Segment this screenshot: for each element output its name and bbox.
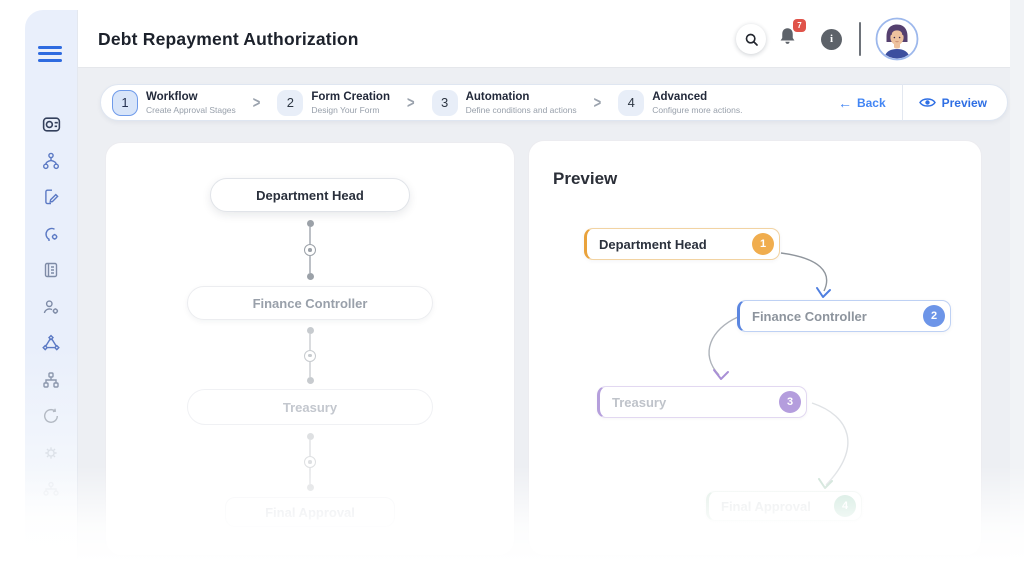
arrowhead-purple <box>713 369 729 380</box>
dashboard-icon <box>42 117 60 132</box>
step-3-number: 3 <box>431 89 458 116</box>
page-title: Debt Repayment Authorization <box>98 29 359 49</box>
search-icon <box>745 33 758 46</box>
notification-badge: 7 <box>793 19 806 32</box>
step-3-label: Automation <box>465 90 530 103</box>
preview-stage-badge: 3 <box>779 391 801 413</box>
stage-connector <box>304 320 316 389</box>
sidebar-item-reports[interactable] <box>25 252 77 289</box>
workflow-stepper: 1 Workflow Create Approval Stages > 2 Fo… <box>100 84 1008 121</box>
preview-stage-finance-controller: Finance Controller 2 <box>737 300 951 332</box>
preview-stage-badge: 4 <box>834 495 856 517</box>
header: Debt Repayment Authorization 7 i <box>78 10 1010 68</box>
preview-stage-label: Department Head <box>599 236 707 252</box>
sidebar-item-user-settings[interactable] <box>25 289 77 326</box>
step-2-description: Design Your Form <box>311 104 380 115</box>
preview-stage-label: Finance Controller <box>752 308 867 324</box>
step-form-creation[interactable]: 2 Form Creation Design Your Form <box>277 89 390 116</box>
history-icon <box>44 408 58 424</box>
chevron-right-icon: > <box>406 93 415 112</box>
step-1-label: Workflow <box>146 90 198 103</box>
step-4-label: Advanced <box>652 90 708 103</box>
step-workflow[interactable]: 1 Workflow Create Approval Stages <box>112 89 236 116</box>
preview-stage-label: Final Approval <box>721 498 811 514</box>
user-settings-icon <box>43 300 59 314</box>
preview-label: Preview <box>941 95 987 110</box>
preview-stage-label: Treasury <box>612 394 667 410</box>
info-button[interactable]: i <box>821 10 842 68</box>
chevron-right-icon: > <box>593 93 602 112</box>
automation-icon <box>45 227 58 241</box>
preview-stage-badge: 2 <box>923 305 945 327</box>
stage-connector <box>304 212 316 286</box>
stage-node-department-head[interactable]: Department Head <box>210 178 410 212</box>
sidebar-item-dashboard[interactable] <box>25 106 77 143</box>
back-label: Back <box>856 95 886 110</box>
menu-toggle-button[interactable] <box>38 42 62 65</box>
step-1-number: 1 <box>112 89 138 116</box>
eye-icon <box>918 98 936 107</box>
sidebar-item-forms[interactable] <box>25 179 77 216</box>
step-4-description: Configure more actions. <box>652 104 743 115</box>
sidebar <box>25 10 78 576</box>
stage-node-treasury[interactable]: Treasury <box>187 389 433 425</box>
chevron-right-icon: > <box>252 93 261 112</box>
preview-panel-title: Preview <box>553 169 618 188</box>
sidebar-item-history[interactable] <box>25 398 77 435</box>
org-chart-icon <box>43 372 59 388</box>
sidebar-item-network[interactable] <box>25 325 77 362</box>
stage-node-final-approval[interactable]: Final Approval <box>225 497 395 527</box>
step-advanced[interactable]: 4 Advanced Configure more actions. <box>618 89 743 116</box>
preview-stage-final-approval: Final Approval 4 <box>706 491 862 521</box>
form-edit-icon <box>45 189 59 205</box>
connector-add-node[interactable] <box>304 349 316 362</box>
user-avatar[interactable] <box>875 10 919 68</box>
back-button[interactable]: ← Back <box>838 95 886 111</box>
notifications-button[interactable]: 7 <box>777 10 806 68</box>
stage-node-finance-controller[interactable]: Finance Controller <box>187 286 433 320</box>
preview-panel: Preview Department Head 1 Finance Contro… <box>528 140 982 556</box>
arrowhead-green <box>818 478 833 489</box>
sidebar-item-approval-stages[interactable] <box>25 143 77 180</box>
sidebar-item-settings[interactable] <box>25 435 77 472</box>
preview-button[interactable]: Preview <box>903 84 1007 121</box>
sidebar-item-org-chart[interactable] <box>25 362 77 399</box>
workflow-builder-panel: Department Head Finance Controller Treas… <box>105 142 515 556</box>
connector-add-node[interactable] <box>304 244 316 256</box>
gear-icon <box>45 447 57 459</box>
avatar-image <box>875 17 919 61</box>
page-gutter <box>1010 0 1024 576</box>
preview-stage-department-head: Department Head 1 <box>584 228 780 260</box>
sitemap-icon <box>43 482 59 496</box>
app-window: Debt Repayment Authorization 7 i 1 Workf… <box>0 0 1024 576</box>
info-icon: i <box>821 28 842 50</box>
preview-stage-badge: 1 <box>752 233 774 255</box>
arrowhead-blue <box>816 287 831 298</box>
step-1-description: Create Approval Stages <box>146 104 236 115</box>
step-4-number: 4 <box>618 89 645 116</box>
step-3-description: Define conditions and actions <box>465 104 577 115</box>
report-icon <box>44 263 58 278</box>
sidebar-nav <box>25 106 77 508</box>
preview-stage-treasury: Treasury 3 <box>597 386 807 418</box>
stage-connector <box>304 425 316 497</box>
connector-add-node[interactable] <box>304 456 316 468</box>
sidebar-item-teams[interactable] <box>25 471 77 508</box>
step-2-number: 2 <box>277 89 304 116</box>
header-divider <box>859 22 861 56</box>
network-icon <box>42 334 60 351</box>
approval-stages-icon <box>43 152 60 169</box>
step-2-label: Form Creation <box>311 90 390 103</box>
sidebar-item-automation[interactable] <box>25 216 77 253</box>
step-automation[interactable]: 3 Automation Define conditions and actio… <box>431 89 577 116</box>
search-button[interactable] <box>736 10 766 68</box>
hamburger-icon <box>38 45 62 49</box>
back-arrow-icon: ← <box>837 94 852 111</box>
